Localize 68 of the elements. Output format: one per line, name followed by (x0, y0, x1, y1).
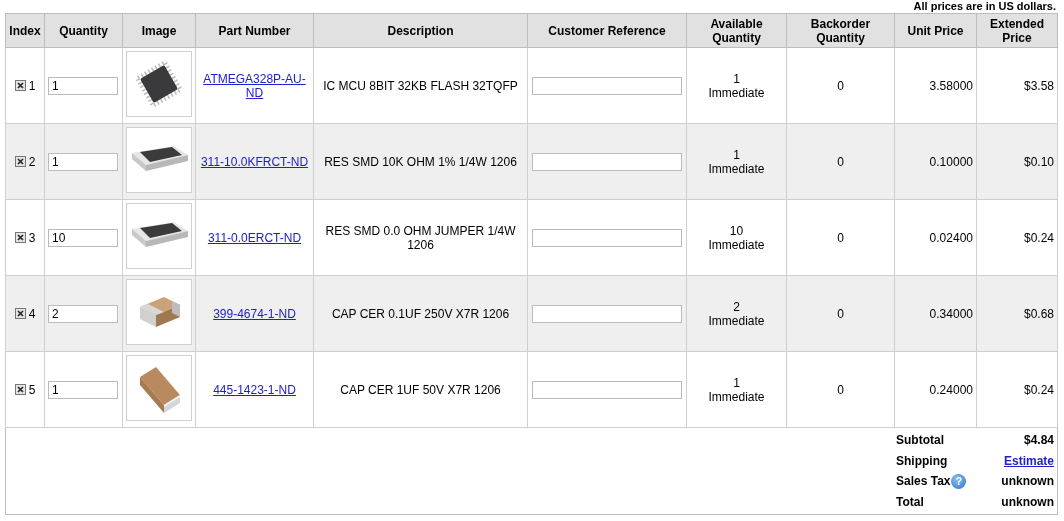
table-cell: 1 Immediate (686, 123, 787, 200)
table-cell: 1 Immediate (686, 47, 787, 124)
table-cell: 2 Immediate (686, 275, 787, 352)
summary-value: $4.84 (1022, 432, 1054, 449)
quantity-field[interactable]: 1 (48, 76, 118, 95)
summary-value: unknown (1000, 493, 1054, 511)
table-cell: $0.24 (976, 199, 1058, 276)
quantity-field[interactable]: 2 (48, 304, 118, 323)
column-header: Unit Price (894, 13, 977, 48)
table-cell: 1 Immediate (686, 351, 787, 428)
part-number-link[interactable]: 399-4674-1-ND (213, 306, 296, 321)
column-header: Extended Price (976, 13, 1058, 48)
column-header: Customer Reference (527, 13, 687, 48)
customer-reference-field[interactable] (532, 76, 682, 95)
price-note: All prices are in US dollars. (912, 0, 1057, 13)
column-header: Backorder Quantity (786, 13, 895, 48)
table-cell: $0.68 (976, 275, 1058, 352)
column-header: Image (122, 13, 196, 48)
checkbox[interactable] (14, 80, 26, 91)
table-cell: IC MCU 8BIT 32KB FLASH 32TQFP (313, 47, 528, 124)
part-number-link[interactable]: 311-10.0KFRCT-ND (200, 154, 309, 169)
estimate-link[interactable]: Estimate (1003, 450, 1054, 471)
table-cell: 10 Immediate (686, 199, 787, 276)
customer-reference-field[interactable] (532, 152, 682, 171)
column-header: Quantity (44, 13, 123, 48)
table-cell: $3.58 (976, 47, 1058, 124)
summary-label: Subtotal (896, 432, 944, 449)
table-cell: 0 (786, 275, 895, 352)
table-cell: 0 (786, 199, 895, 276)
table-cell: RES SMD 10K OHM 1% 1/4W 1206 (313, 123, 528, 200)
part-number-link[interactable]: 445-1423-1-ND (213, 382, 296, 397)
checkbox[interactable] (14, 308, 26, 319)
column-header: Available Quantity (686, 13, 787, 48)
summary-value: unknown (1000, 473, 1054, 490)
table-cell: 0 (786, 47, 895, 124)
column-header: Description (313, 13, 528, 48)
table-cell: 0.34000 (894, 275, 977, 352)
table-cell: 0.24000 (894, 351, 977, 428)
table-cell: RES SMD 0.0 OHM JUMPER 1/4W 1206 (313, 199, 528, 276)
customer-reference-field[interactable] (532, 380, 682, 399)
summary-label: Total (896, 493, 924, 511)
table-cell: 0.10000 (894, 123, 977, 200)
row-index: 1 (28, 78, 36, 93)
table-cell: 0 (786, 351, 895, 428)
part-number-link[interactable]: 311-0.0ERCT-ND (207, 230, 302, 245)
table-cell: 0.02400 (894, 199, 977, 276)
summary-label: Sales Tax (896, 473, 951, 490)
checkbox[interactable] (14, 232, 26, 243)
quantity-field[interactable]: 1 (48, 380, 118, 399)
summary-label: Shipping (896, 452, 948, 470)
row-index: 3 (28, 230, 36, 245)
row-index: 4 (28, 306, 36, 321)
column-header: Part Number (195, 13, 314, 48)
checkbox[interactable] (14, 384, 26, 395)
column-header: Index (5, 13, 45, 48)
quantity-field[interactable]: 10 (48, 228, 118, 247)
checkbox[interactable] (14, 156, 26, 167)
customer-reference-field[interactable] (532, 228, 682, 247)
row-index: 5 (28, 382, 36, 397)
row-index: 2 (28, 154, 36, 169)
table-cell: $0.10 (976, 123, 1058, 200)
table-cell: $0.24 (976, 351, 1058, 428)
table-cell: CAP CER 1UF 50V X7R 1206 (313, 351, 528, 428)
table-cell: 3.58000 (894, 47, 977, 124)
quantity-field[interactable]: 1 (48, 152, 118, 171)
table-cell: 0 (786, 123, 895, 200)
table-cell: CAP CER 0.1UF 250V X7R 1206 (313, 275, 528, 352)
customer-reference-field[interactable] (532, 304, 682, 323)
